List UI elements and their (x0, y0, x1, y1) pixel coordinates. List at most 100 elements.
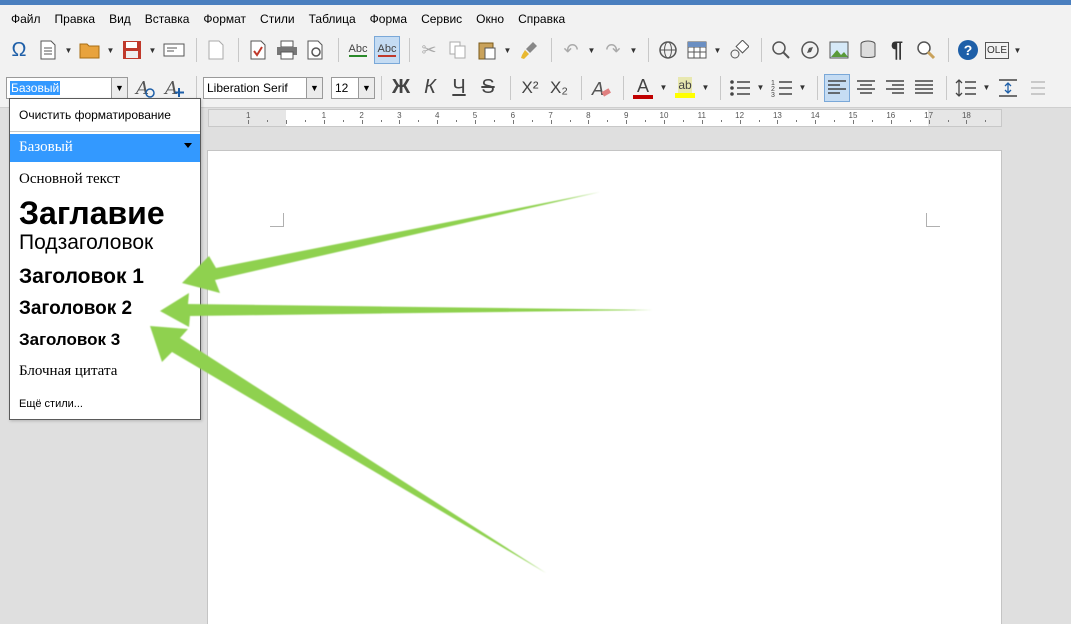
font-size-combo[interactable]: 12 ▼ (331, 76, 375, 99)
paste-button[interactable] (474, 36, 500, 64)
insert-ole-button[interactable]: OLE (984, 36, 1010, 64)
save-dropdown-arrow[interactable]: ▼ (148, 36, 157, 64)
numbering-dropdown-arrow[interactable]: ▼ (798, 74, 807, 102)
style-submenu-arrow-icon[interactable] (184, 143, 192, 148)
separator (338, 38, 339, 62)
menu-file[interactable]: Файл (4, 12, 48, 26)
line-spacing-button[interactable] (953, 74, 979, 102)
font-size-arrow[interactable]: ▼ (358, 77, 374, 98)
justify-icon (915, 79, 933, 94)
font-color-button[interactable]: A (630, 74, 656, 102)
hyperlink-button[interactable] (655, 36, 681, 64)
formatting-marks-button[interactable]: ¶ (884, 36, 910, 64)
menu-help[interactable]: Справка (511, 12, 572, 26)
underline-button[interactable]: Ч (446, 74, 472, 102)
clear-formatting-option[interactable]: Очистить форматирование (10, 108, 200, 122)
bullets-button[interactable] (727, 74, 753, 102)
menu-window[interactable]: Окно (469, 12, 511, 26)
ole-dropdown-arrow[interactable]: ▼ (1013, 36, 1022, 64)
italic-button[interactable]: К (417, 74, 443, 102)
document-page[interactable] (207, 150, 1002, 624)
clear-formatting-button[interactable]: A (588, 74, 614, 102)
line-spacing-dropdown-arrow[interactable]: ▼ (982, 74, 991, 102)
open-dropdown-arrow[interactable]: ▼ (106, 36, 115, 64)
menu-format[interactable]: Формат (196, 12, 253, 26)
new-dropdown-arrow[interactable]: ▼ (64, 36, 73, 64)
new-document-button[interactable] (35, 36, 61, 64)
font-color-dropdown-arrow[interactable]: ▼ (659, 74, 668, 102)
menu-view[interactable]: Вид (102, 12, 138, 26)
highlight-dropdown-arrow[interactable]: ▼ (701, 74, 710, 102)
indent-button[interactable] (1024, 74, 1050, 102)
style-option-basic[interactable]: Базовый (10, 134, 200, 162)
email-button[interactable] (161, 36, 187, 64)
ruler-tick (361, 120, 363, 124)
font-name-combo[interactable]: Liberation Serif ▼ (203, 76, 323, 99)
style-option-title[interactable]: Заглавие (10, 195, 200, 231)
clone-formatting-button[interactable] (516, 36, 542, 64)
ruler-tick (342, 120, 344, 122)
separator (648, 38, 649, 62)
navigator-button[interactable] (797, 36, 823, 64)
help-button[interactable]: ? (955, 36, 981, 64)
menu-insert[interactable]: Вставка (138, 12, 197, 26)
copy-button[interactable] (445, 36, 471, 64)
shapes-button[interactable] (726, 36, 752, 64)
ruler-tick (493, 120, 495, 122)
insert-image-button[interactable] (826, 36, 852, 64)
superscript-button[interactable]: X² (517, 74, 543, 102)
insert-table-button[interactable] (684, 36, 710, 64)
style-option-heading-1[interactable]: Заголовок 1 (10, 265, 200, 289)
numbering-button[interactable]: 123 (769, 74, 795, 102)
paste-dropdown-arrow[interactable]: ▼ (503, 36, 512, 64)
spelling-button[interactable]: Abc (345, 36, 371, 64)
save-button[interactable] (119, 36, 145, 64)
find-replace-button[interactable] (768, 36, 794, 64)
more-styles-option[interactable]: Ещё стили... (10, 398, 200, 410)
special-character-button[interactable]: Ω (6, 36, 32, 64)
edit-mode-button[interactable] (203, 36, 229, 64)
menu-tools[interactable]: Сервис (414, 12, 469, 26)
paragraph-style-combo[interactable]: Базовый ▼ (6, 76, 128, 99)
paragraph-style-value: Базовый (10, 80, 61, 95)
spellcheck-icon: Abc (348, 43, 368, 57)
bold-button[interactable]: Ж (388, 74, 414, 102)
horizontal-ruler[interactable]: 1 1 2 3 4 5 6 7 8 9 10 11 12 13 14 15 16 17 18 (208, 109, 1002, 127)
menu-form[interactable]: Форма (363, 12, 414, 26)
strikethrough-button[interactable]: S (475, 74, 501, 102)
menu-edit[interactable]: Правка (48, 12, 103, 26)
paragraph-spacing-button[interactable] (995, 74, 1021, 102)
ruler-tick (380, 120, 382, 122)
style-option-block-quote[interactable]: Блочная цитата (10, 363, 200, 380)
data-sources-button[interactable] (855, 36, 881, 64)
cut-button[interactable]: ✂ (416, 36, 442, 64)
redo-dropdown-arrow[interactable]: ▼ (629, 36, 638, 64)
align-center-button[interactable] (853, 74, 879, 102)
style-option-heading-2[interactable]: Заголовок 2 (10, 298, 200, 320)
undo-dropdown-arrow[interactable]: ▼ (587, 36, 596, 64)
open-button[interactable] (77, 36, 103, 64)
highlighter-icon: ab (678, 77, 692, 93)
print-button[interactable] (274, 36, 300, 64)
style-option-heading-3[interactable]: Заголовок 3 (10, 330, 200, 350)
export-pdf-button[interactable] (245, 36, 271, 64)
font-name-arrow[interactable]: ▼ (306, 77, 322, 98)
print-preview-button[interactable] (303, 36, 329, 64)
align-left-button[interactable] (824, 73, 850, 102)
bullets-dropdown-arrow[interactable]: ▼ (756, 74, 765, 102)
menu-styles[interactable]: Стили (253, 12, 302, 26)
undo-button[interactable]: ↶ (558, 36, 584, 64)
redo-button[interactable]: ↷ (600, 36, 626, 64)
clear-formatting-icon: A (591, 79, 611, 99)
table-dropdown-arrow[interactable]: ▼ (713, 36, 722, 64)
subscript-button[interactable]: X₂ (546, 74, 572, 102)
menu-table[interactable]: Таблица (302, 12, 363, 26)
style-option-subtitle[interactable]: Подзаголовок (10, 231, 200, 255)
style-option-body-text[interactable]: Основной текст (10, 171, 200, 188)
justify-button[interactable] (911, 74, 937, 102)
align-right-button[interactable] (882, 74, 908, 102)
style-combo-arrow[interactable]: ▼ (111, 77, 127, 98)
highlight-button[interactable]: ab (672, 74, 698, 102)
zoom-button[interactable] (913, 36, 939, 64)
auto-spellcheck-button[interactable]: Abc (374, 36, 400, 64)
